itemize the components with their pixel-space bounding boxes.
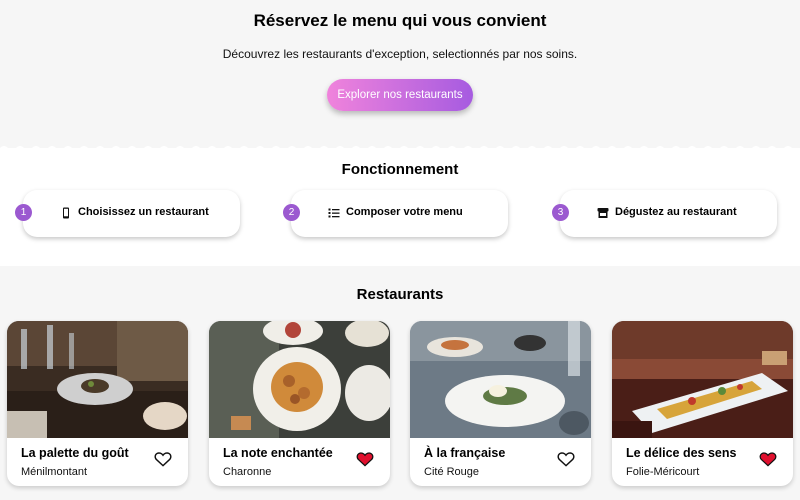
- hero-title: Réservez le menu qui vous convient: [253, 11, 547, 30]
- restaurant-photo: [612, 321, 793, 438]
- restaurant-name: À la française: [424, 446, 506, 460]
- store-icon: [597, 208, 609, 218]
- restaurants-section: Restaurants La palette du goût Ménilmont…: [0, 266, 800, 500]
- restaurant-location: Charonne: [223, 466, 272, 478]
- heart-filled-icon[interactable]: [759, 451, 777, 467]
- restaurant-card[interactable]: Le délice des sens Folie-Méricourt: [612, 321, 793, 486]
- how-it-works-title: Fonctionnement: [341, 161, 459, 178]
- list-icon: [328, 208, 340, 218]
- restaurant-photo: [410, 321, 591, 438]
- restaurant-photo: [7, 321, 188, 438]
- restaurant-location: Cité Rouge: [424, 466, 480, 478]
- restaurant-location: Ménilmontant: [21, 466, 88, 478]
- step-number-badge: 3: [552, 204, 569, 221]
- step-compose-menu[interactable]: 2 Composer votre menu: [283, 190, 508, 237]
- restaurant-card[interactable]: La note enchantée Charonne: [209, 321, 390, 486]
- restaurant-card[interactable]: La palette du goût Ménilmontant: [7, 321, 188, 486]
- restaurant-name: La palette du goût: [21, 446, 129, 460]
- explore-restaurants-button[interactable]: Explorer nos restaurants: [327, 79, 473, 111]
- restaurant-photo: [209, 321, 390, 438]
- step-choose-restaurant[interactable]: 1 Choisissez un restaurant: [15, 190, 240, 237]
- heart-outline-icon[interactable]: [557, 451, 575, 467]
- restaurant-card[interactable]: À la française Cité Rouge: [410, 321, 591, 486]
- heart-outline-icon[interactable]: [154, 451, 172, 467]
- hero-subtitle: Découvrez les restaurants d'exception, s…: [222, 47, 578, 61]
- step-label: Dégustez au restaurant: [615, 206, 737, 218]
- heart-filled-icon[interactable]: [356, 451, 374, 467]
- restaurant-location: Folie-Méricourt: [626, 466, 700, 478]
- phone-icon: [63, 207, 69, 219]
- step-label: Composer votre menu: [346, 206, 463, 218]
- how-it-works-section: Fonctionnement 1 Choisissez un restauran…: [0, 148, 800, 266]
- restaurant-name: La note enchantée: [223, 446, 333, 460]
- step-enjoy-restaurant[interactable]: 3 Dégustez au restaurant: [552, 190, 777, 237]
- step-label: Choisissez un restaurant: [78, 206, 209, 218]
- restaurant-name: Le délice des sens: [626, 446, 737, 460]
- restaurants-title: Restaurants: [356, 286, 444, 303]
- step-number-badge: 2: [283, 204, 300, 221]
- step-number-badge: 1: [15, 204, 32, 221]
- hero-section: Réservez le menu qui vous convient Décou…: [0, 0, 800, 145]
